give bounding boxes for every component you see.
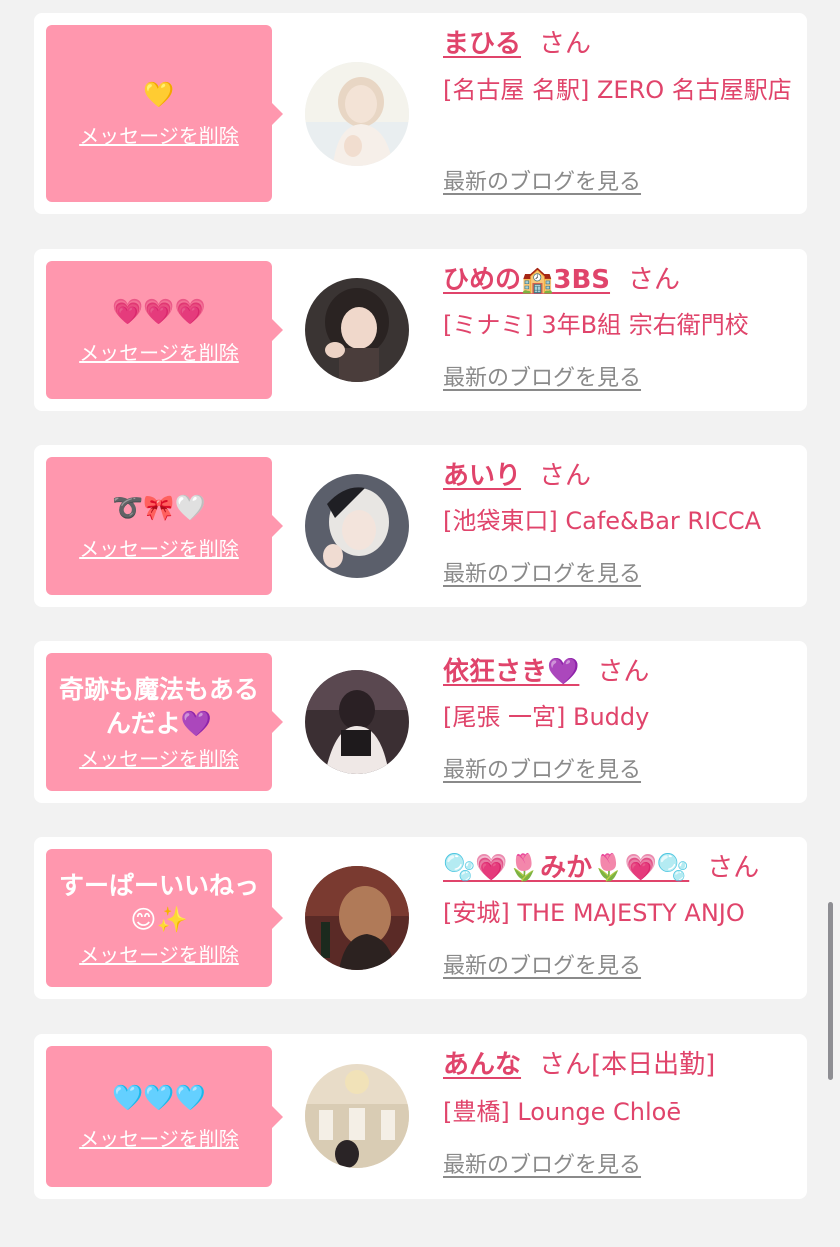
shop-name: [ミナミ] 3年B組 宗右衛門校: [443, 311, 749, 339]
message-card: 💛 メッセージを削除 まひる さん [名古屋 名駅] ZERO 名古屋駅店 最新の…: [34, 13, 807, 214]
message-bubble: 奇跡も魔法もある んだよ💜 メッセージを削除: [46, 653, 283, 791]
latest-blog-link[interactable]: 最新のブログを見る: [443, 168, 641, 198]
avatar[interactable]: [305, 62, 409, 166]
avatar[interactable]: [305, 474, 409, 578]
shop-name: [池袋東口] Cafe&Bar RICCA: [443, 507, 762, 535]
cast-name-line: 依狂さき💜 さん: [443, 655, 649, 689]
status-tag: [本日出勤]: [591, 1050, 716, 1080]
scrollbar[interactable]: [828, 902, 833, 1080]
shop-name: [尾張 一宮] Buddy: [443, 703, 650, 731]
shop-name: [豊橋] Lounge Chloē: [443, 1098, 682, 1126]
latest-blog-link[interactable]: 最新のブログを見る: [443, 756, 641, 786]
delete-message-link[interactable]: メッセージを削除: [79, 120, 239, 149]
delete-message-link[interactable]: メッセージを削除: [79, 337, 239, 366]
cast-name-link[interactable]: 🫧💗🌷みか🌷💗🫧: [443, 853, 689, 883]
message-card: すーぱーいいねっ 😊✨ メッセージを削除 🫧💗🌷みか🌷💗🫧 さん [安城] THE…: [34, 837, 807, 999]
message-card: 💗💗💗 メッセージを削除 ひめの🏫3BS さん [ミナミ] 3年B組 宗右衛門校 …: [34, 249, 807, 411]
cast-name-link[interactable]: ひめの🏫3BS: [443, 265, 610, 295]
honorific: さん: [539, 1050, 592, 1080]
cast-name-link[interactable]: 依狂さき💜: [443, 657, 579, 687]
honorific: さん: [628, 265, 681, 295]
honorific: さん: [539, 29, 592, 59]
cast-name-line: ひめの🏫3BS さん: [443, 263, 680, 297]
delete-message-link[interactable]: メッセージを削除: [79, 939, 239, 968]
message-bubble: ➰🎀🤍 メッセージを削除: [46, 457, 283, 595]
avatar[interactable]: [305, 1064, 409, 1168]
shop-name: [名古屋 名駅] ZERO 名古屋駅店: [443, 76, 792, 104]
message-text: ➰🎀🤍: [112, 492, 206, 522]
message-text: 💗💗💗: [112, 296, 206, 326]
message-card: 奇跡も魔法もある んだよ💜 メッセージを削除 依狂さき💜 さん [尾張 一宮] B…: [34, 641, 807, 803]
latest-blog-link[interactable]: 最新のブログを見る: [443, 1151, 641, 1181]
message-bubble: 💛 メッセージを削除: [46, 25, 283, 202]
message-text: 💛: [143, 80, 175, 109]
cast-name-line: あんな さん[本日出勤]: [443, 1048, 715, 1082]
honorific: さん: [539, 461, 592, 491]
honorific: さん: [707, 853, 760, 883]
avatar[interactable]: [305, 670, 409, 774]
message-text: 🩵🩵🩵: [112, 1083, 206, 1112]
avatar[interactable]: [305, 866, 409, 970]
message-text: 奇跡も魔法もある んだよ💜: [58, 674, 259, 738]
delete-message-link[interactable]: メッセージを削除: [79, 1123, 239, 1152]
message-card: 🩵🩵🩵 メッセージを削除 あんな さん[本日出勤] [豊橋] Lounge Chl…: [34, 1034, 807, 1199]
message-bubble: 🩵🩵🩵 メッセージを削除: [46, 1046, 283, 1187]
avatar[interactable]: [305, 278, 409, 382]
latest-blog-link[interactable]: 最新のブログを見る: [443, 560, 641, 590]
cast-name-link[interactable]: まひる: [443, 29, 521, 59]
cast-name-line: あいり さん: [443, 459, 591, 493]
delete-message-link[interactable]: メッセージを削除: [79, 743, 239, 772]
cast-name-link[interactable]: あいり: [443, 461, 521, 491]
cast-name-line: 🫧💗🌷みか🌷💗🫧 さん: [443, 851, 759, 885]
latest-blog-link[interactable]: 最新のブログを見る: [443, 364, 641, 394]
message-text: すーぱーいいねっ 😊✨: [58, 870, 259, 934]
latest-blog-link[interactable]: 最新のブログを見る: [443, 952, 641, 982]
honorific: さん: [597, 657, 650, 687]
message-bubble: 💗💗💗 メッセージを削除: [46, 261, 283, 399]
message-bubble: すーぱーいいねっ 😊✨ メッセージを削除: [46, 849, 283, 987]
shop-name: [安城] THE MAJESTY ANJO: [443, 899, 745, 927]
cast-name-line: まひる さん: [443, 27, 591, 61]
delete-message-link[interactable]: メッセージを削除: [79, 533, 239, 562]
message-card: ➰🎀🤍 メッセージを削除 あいり さん [池袋東口] Cafe&Bar RICCA…: [34, 445, 807, 607]
cast-name-link[interactable]: あんな: [443, 1050, 521, 1080]
